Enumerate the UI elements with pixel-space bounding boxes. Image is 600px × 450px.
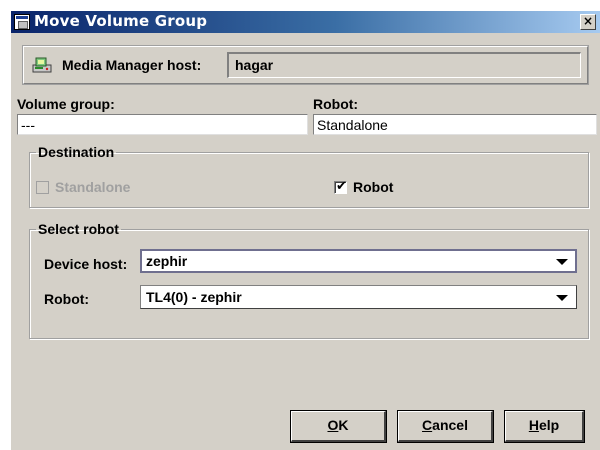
close-button[interactable]: × xyxy=(580,14,596,30)
destination-group: Destination xyxy=(29,144,589,208)
robot-field-label: Robot: xyxy=(313,96,359,112)
standalone-checkbox-box[interactable] xyxy=(36,180,49,194)
chevron-down-icon[interactable] xyxy=(556,295,568,301)
select-robot-label: Robot: xyxy=(44,291,90,307)
cancel-label: ancel xyxy=(432,417,468,433)
media-manager-host-label: Media Manager host: xyxy=(62,57,202,73)
chevron-down-icon[interactable] xyxy=(556,259,568,265)
app-window-icon xyxy=(14,14,30,30)
close-icon: × xyxy=(582,14,594,28)
help-label: elp xyxy=(538,417,560,433)
robot-field[interactable]: Standalone xyxy=(313,114,597,135)
robot-checkbox-label: Robot xyxy=(353,179,394,195)
move-volume-group-dialog: Move Volume Group × Media Manager host: … xyxy=(11,11,600,450)
robot-checkbox-box[interactable]: ✔ xyxy=(334,178,347,194)
destination-legend: Destination xyxy=(38,144,115,160)
standalone-checkbox-label: Standalone xyxy=(55,179,131,195)
media-manager-host-icon xyxy=(32,56,52,74)
robot-dropdown[interactable]: TL4(0) - zephir xyxy=(140,285,577,309)
media-manager-host-panel: Media Manager host: hagar xyxy=(22,45,589,85)
help-mnemonic: H xyxy=(528,417,539,433)
device-host-value: zephir xyxy=(146,253,188,269)
volume-group-label: Volume group: xyxy=(17,96,115,112)
help-button[interactable]: Help xyxy=(504,410,585,443)
ok-mnemonic: O xyxy=(327,417,339,433)
dialog-title: Move Volume Group xyxy=(34,12,208,30)
volume-group-field[interactable]: --- xyxy=(17,114,308,135)
ok-label: K xyxy=(338,417,349,433)
select-robot-legend: Select robot xyxy=(38,221,119,237)
select-robot-group: Select robot xyxy=(29,221,589,339)
cancel-mnemonic: C xyxy=(422,417,433,433)
ok-button[interactable]: OK xyxy=(290,410,387,443)
robot-dropdown-value: TL4(0) - zephir xyxy=(146,289,242,305)
cancel-button[interactable]: Cancel xyxy=(397,410,494,443)
device-host-dropdown[interactable]: zephir xyxy=(140,249,577,273)
robot-checkbox[interactable]: ✔ Robot xyxy=(334,179,393,195)
title-bar[interactable]: Move Volume Group × xyxy=(11,11,600,33)
standalone-checkbox[interactable]: Standalone xyxy=(36,179,130,195)
checkmark-icon: ✔ xyxy=(336,178,347,194)
media-manager-host-value: hagar xyxy=(227,52,581,78)
device-host-label: Device host: xyxy=(44,256,128,272)
